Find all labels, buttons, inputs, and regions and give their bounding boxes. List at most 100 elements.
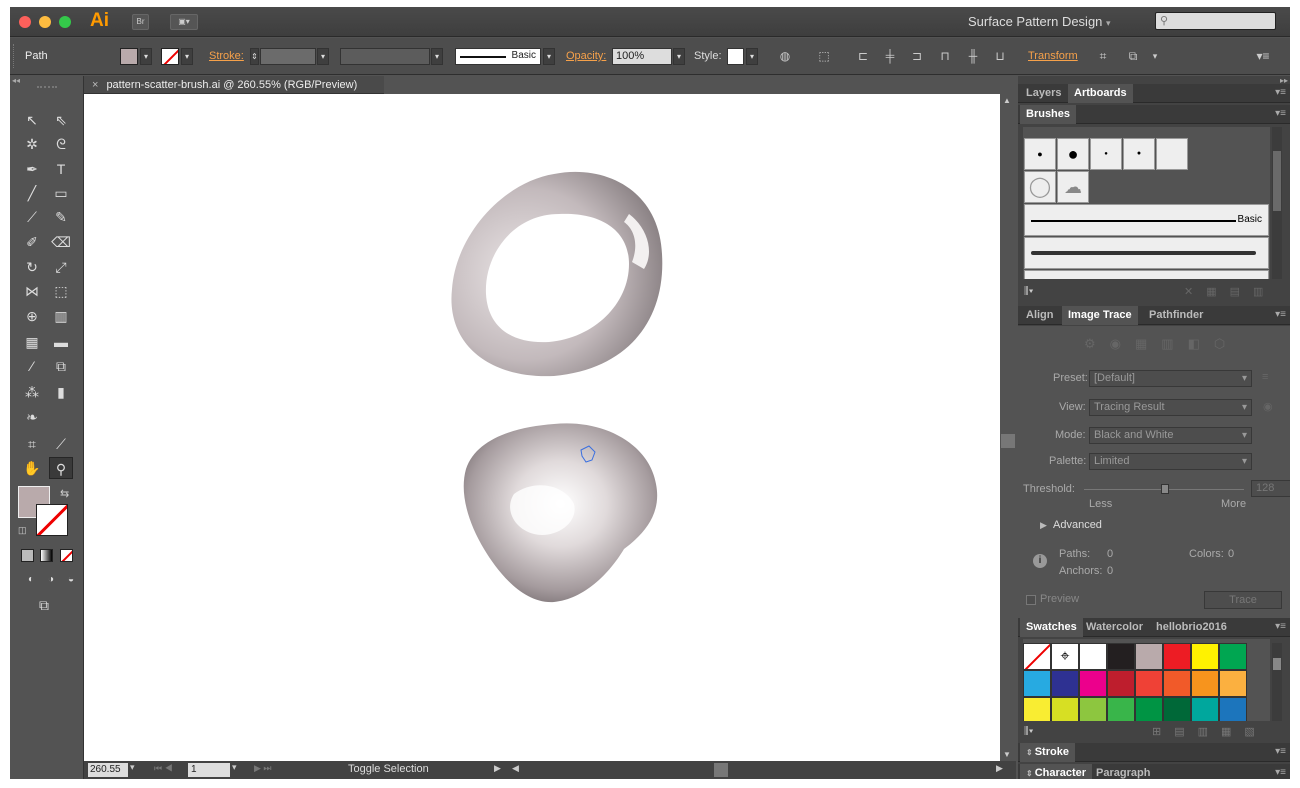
brush-round-large[interactable]: ●: [1057, 138, 1089, 170]
align-left-icon[interactable]: ⊏: [855, 47, 871, 65]
brush-libraries-icon[interactable]: ⫼▾: [1024, 286, 1033, 297]
workspace-switcher[interactable]: Surface Pattern Design ▾: [968, 14, 1111, 29]
palette-select[interactable]: Limited: [1089, 453, 1252, 470]
transform-link[interactable]: Transform: [1028, 38, 1078, 75]
align-top-icon[interactable]: ⊓: [937, 47, 953, 65]
align-vertical-center-icon[interactable]: ╫: [965, 47, 981, 65]
paintbrush-tool-icon[interactable]: ⟋: [20, 206, 44, 228]
brush-scatter-ring[interactable]: ◯: [1024, 171, 1056, 203]
brush-empty[interactable]: [1156, 138, 1188, 170]
bridge-button[interactable]: Br: [132, 14, 149, 30]
align-to-selection-icon[interactable]: ⬚: [816, 47, 832, 65]
shape-builder-tool-icon[interactable]: ⊕: [20, 305, 44, 327]
swatch-color[interactable]: [1135, 670, 1163, 697]
isolate-icon[interactable]: ⌗: [1095, 47, 1111, 65]
magic-wand-tool-icon[interactable]: ✲: [20, 133, 44, 155]
swatch-actions-icons[interactable]: ⊞▤▥▦▧: [1152, 725, 1268, 738]
pen-tool-icon[interactable]: ✒: [20, 158, 44, 180]
swatch-color[interactable]: [1191, 643, 1219, 670]
style-dropdown[interactable]: ▾: [746, 48, 758, 65]
swatch-color[interactable]: [1079, 670, 1107, 697]
screen-mode-icon[interactable]: ⧉: [32, 594, 56, 616]
document-tab[interactable]: × pattern-scatter-brush.ai @ 260.55% (RGB…: [84, 76, 384, 94]
brush-charcoal[interactable]: [1024, 237, 1269, 269]
swatch-color[interactable]: [1219, 670, 1247, 697]
swatches-scrollbar[interactable]: [1272, 643, 1282, 721]
minimize-window-button[interactable]: [39, 16, 51, 28]
brush-scatter-blob[interactable]: ☁: [1057, 171, 1089, 203]
panel-menu-icon[interactable]: ▾≡: [1275, 108, 1286, 119]
swatch-color[interactable]: [1107, 697, 1135, 721]
swatch-color[interactable]: [1163, 670, 1191, 697]
swatch-color[interactable]: [1023, 670, 1051, 697]
swatch-color[interactable]: [1051, 697, 1079, 721]
stroke-label[interactable]: Stroke:: [209, 38, 244, 75]
swatch-color[interactable]: [1135, 643, 1163, 670]
tab-stroke[interactable]: ⇕ Stroke: [1020, 743, 1075, 762]
fill-dropdown[interactable]: ▾: [140, 48, 152, 65]
make-envelope-icon[interactable]: ⧉: [1125, 47, 1141, 65]
swatch-registration[interactable]: ⌖: [1051, 643, 1079, 670]
brush-calligraphic[interactable]: ●: [1090, 138, 1122, 170]
selection-tool-icon[interactable]: ↖: [20, 109, 44, 131]
line-tool-icon[interactable]: ╱: [20, 182, 44, 204]
swatches-scroll-thumb[interactable]: [1273, 658, 1281, 670]
view-select[interactable]: Tracing Result: [1089, 399, 1252, 416]
draw-inside-icon[interactable]: ◒: [59, 569, 83, 591]
fill-swatch[interactable]: [120, 48, 138, 65]
stroke-weight-stepper[interactable]: ⇕: [250, 48, 259, 65]
stroke-weight-dropdown[interactable]: ▾: [317, 48, 329, 65]
scroll-left-icon[interactable]: ◀: [512, 763, 519, 774]
grip-icon[interactable]: [13, 44, 16, 68]
zoom-field[interactable]: 260.55: [88, 763, 128, 777]
preset-list-icon[interactable]: ≡: [1262, 371, 1268, 383]
stroke-weight-field[interactable]: [260, 48, 316, 65]
default-colors-icon[interactable]: ◫: [18, 525, 27, 536]
brushes-scroll-thumb[interactable]: [1273, 151, 1281, 211]
swatch-color[interactable]: [1023, 697, 1051, 721]
none-mode-icon[interactable]: [60, 549, 73, 562]
artboard-dropdown-icon[interactable]: ▾: [232, 762, 237, 773]
perspective-grid-tool-icon[interactable]: ▥: [49, 305, 73, 327]
swatch-color[interactable]: [1107, 643, 1135, 670]
swatch-color[interactable]: [1219, 697, 1247, 721]
gradient-mode-icon[interactable]: [40, 549, 53, 562]
align-right-icon[interactable]: ⊐: [909, 47, 925, 65]
panel-menu-icon[interactable]: ▾≡: [1275, 309, 1286, 320]
tab-hellobrio2016[interactable]: hellobrio2016: [1150, 618, 1233, 637]
swatch-color[interactable]: [1219, 643, 1247, 670]
brush-basic[interactable]: Basic: [1024, 204, 1269, 236]
threshold-field[interactable]: 128: [1251, 480, 1290, 497]
swatch-color[interactable]: [1163, 697, 1191, 721]
swatch-none[interactable]: [1023, 643, 1051, 670]
tab-watercolor[interactable]: Watercolor: [1080, 618, 1149, 637]
blob-brush-tool-icon[interactable]: ✐: [20, 231, 44, 253]
zoom-dropdown-icon[interactable]: ▾: [130, 762, 135, 773]
direct-selection-tool-icon[interactable]: ⇖: [49, 109, 73, 131]
artboard-canvas[interactable]: [84, 94, 1000, 761]
scale-tool-icon[interactable]: ⤢: [49, 256, 73, 278]
trace-preset-icons[interactable]: ⚙◉▦▥◧⬡: [1084, 336, 1239, 352]
grip-icon[interactable]: [37, 86, 57, 88]
swatch-color[interactable]: [1163, 643, 1191, 670]
vertical-scrollbar[interactable]: ▲ ▼: [1000, 94, 1016, 761]
symbol-sprayer-tool-icon[interactable]: ⁂: [20, 381, 44, 403]
swatch-color[interactable]: [1079, 643, 1107, 670]
tab-paragraph[interactable]: Paragraph: [1090, 764, 1156, 779]
color-mode-icon[interactable]: [21, 549, 34, 562]
tab-brushes[interactable]: Brushes: [1020, 105, 1077, 124]
arrange-documents-icon[interactable]: ▣▾: [170, 14, 198, 30]
tab-swatches[interactable]: Swatches: [1020, 618, 1083, 637]
mode-select[interactable]: Black and White: [1089, 427, 1252, 444]
preset-select[interactable]: [Default]: [1089, 370, 1252, 387]
eye-icon[interactable]: ◉: [1263, 400, 1273, 413]
blend-tool-icon[interactable]: ⧉: [49, 355, 73, 377]
opacity-dropdown[interactable]: ▾: [673, 48, 685, 65]
scroll-thumb[interactable]: [1001, 434, 1015, 448]
horizontal-scroll-thumb[interactable]: [714, 763, 728, 777]
scroll-down-icon[interactable]: ▼: [1003, 750, 1011, 759]
preview-checkbox[interactable]: [1026, 595, 1036, 605]
threshold-slider-handle[interactable]: [1161, 484, 1169, 494]
profile-dropdown[interactable]: ▾: [431, 48, 443, 65]
opacity-label[interactable]: Opacity:: [566, 38, 606, 75]
